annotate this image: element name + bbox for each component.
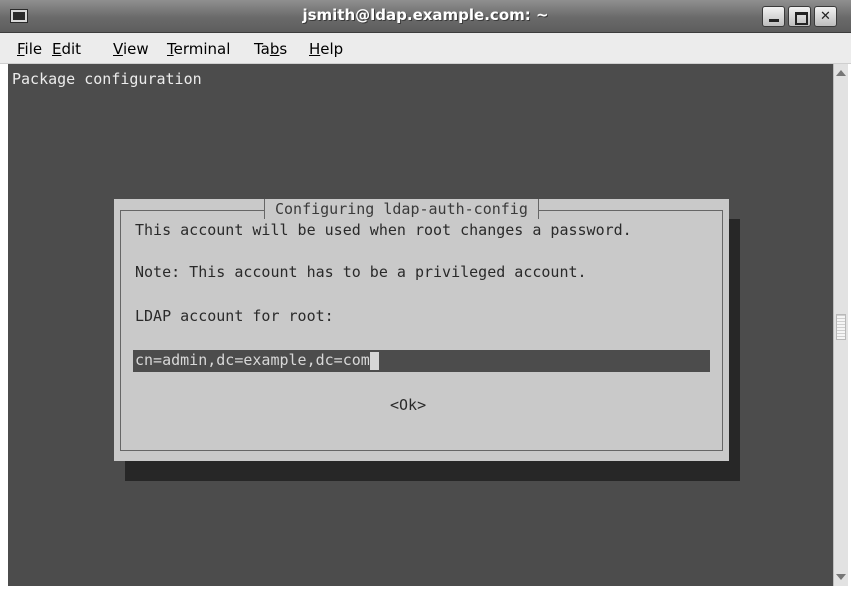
config-dialog: Configuring ldap-auth-config This accoun… [114, 199, 729, 461]
maximize-button[interactable] [788, 6, 811, 27]
menu-terminal[interactable]: Terminal [167, 40, 230, 58]
scroll-up-arrow-icon[interactable] [836, 70, 846, 76]
menu-tabs-mnemonic: b [269, 40, 280, 58]
scrollbar-grip[interactable] [836, 314, 846, 340]
text-cursor [369, 352, 379, 370]
dialog-title: Configuring ldap-auth-config [264, 199, 539, 219]
menu-edit-label: dit [61, 40, 82, 58]
dialog-description: This account will be used when root chan… [135, 221, 632, 239]
minimize-button[interactable] [762, 6, 785, 27]
menu-edit[interactable]: Edit [52, 40, 81, 58]
ldap-account-value: cn=admin,dc=example,dc=com [135, 351, 379, 370]
minimize-icon [769, 19, 779, 22]
menu-file-mnemonic: F [17, 40, 25, 58]
close-icon: ✕ [820, 9, 831, 24]
menu-help-mnemonic: H [309, 40, 321, 58]
ldap-account-label: LDAP account for root: [135, 307, 334, 325]
scroll-down-arrow-icon[interactable] [836, 574, 846, 580]
maximize-icon [795, 12, 808, 25]
menu-tabs-prefix: Ta [254, 40, 270, 58]
dialog-note: Note: This account has to be a privilege… [135, 263, 587, 281]
menu-file-label: ile [24, 40, 43, 58]
menu-terminal-label: erminal [173, 40, 231, 58]
menu-help[interactable]: Help [309, 40, 343, 58]
menu-terminal-mnemonic: T [167, 40, 174, 58]
menu-view[interactable]: View [113, 40, 149, 58]
ok-button[interactable]: <Ok> [390, 396, 426, 414]
menu-help-label: elp [320, 40, 344, 58]
menu-view-mnemonic: V [113, 40, 123, 58]
menu-bar: File Edit View Terminal Tabs Help [0, 33, 851, 64]
close-button[interactable]: ✕ [814, 6, 837, 27]
menu-view-label: iew [122, 40, 149, 58]
menu-tabs-label: s [279, 40, 288, 58]
window-title: jsmith@ldap.example.com: ~ [302, 6, 549, 24]
dialog-frame [120, 210, 723, 451]
package-configuration-header: Package configuration [12, 70, 202, 88]
window-titlebar[interactable]: jsmith@ldap.example.com: ~ ✕ [0, 0, 851, 33]
menu-file[interactable]: File [17, 40, 42, 58]
terminal-scrollbar[interactable] [833, 64, 848, 586]
input-value-text: cn=admin,dc=example,dc=com [135, 351, 370, 369]
menu-tabs[interactable]: Tabs [254, 40, 287, 58]
ldap-account-input[interactable]: cn=admin,dc=example,dc=com [133, 350, 710, 372]
